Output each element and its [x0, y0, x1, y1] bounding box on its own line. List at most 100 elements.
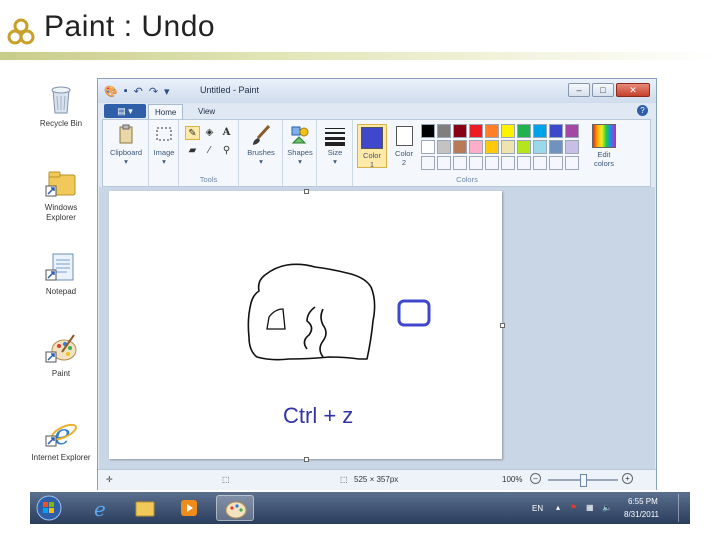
custom-color-swatch[interactable]	[437, 156, 451, 170]
custom-color-swatch[interactable]	[485, 156, 499, 170]
custom-color-swatch[interactable]	[469, 156, 483, 170]
group-clipboard: Clipboard ▾	[103, 120, 149, 186]
custom-color-swatch[interactable]	[533, 156, 547, 170]
taskbar-windows-explorer[interactable]	[126, 495, 164, 521]
color-swatch[interactable]	[485, 124, 499, 138]
zoom-in-button[interactable]: +	[622, 473, 633, 484]
color1-button[interactable]: Color 1	[357, 124, 387, 169]
color-swatch[interactable]	[421, 124, 435, 138]
custom-color-swatch[interactable]	[517, 156, 531, 170]
title-bar[interactable]: 🎨 ▪ ↶ ↷ ▾ Untitled - Paint – □ ✕	[98, 79, 656, 103]
color-picker-icon[interactable]: ⁄	[202, 144, 217, 158]
language-indicator[interactable]: EN	[532, 504, 543, 513]
color-swatch[interactable]	[421, 140, 435, 154]
image-button[interactable]: Image ▾	[149, 124, 179, 166]
clock-time[interactable]: 6:55 PM	[628, 497, 658, 506]
window-title: Untitled - Paint	[200, 85, 260, 95]
taskbar-paint[interactable]	[216, 495, 254, 521]
custom-color-swatch[interactable]	[565, 156, 579, 170]
custom-color-swatch[interactable]	[421, 156, 435, 170]
customize-dropdown-icon[interactable]: ▾	[164, 85, 170, 98]
title-rule	[0, 52, 720, 60]
taskbar-internet-explorer[interactable]: e	[82, 495, 120, 521]
close-button[interactable]: ✕	[616, 83, 650, 97]
eraser-icon[interactable]: ▰	[185, 144, 200, 158]
pencil-icon[interactable]: ✎	[185, 126, 200, 140]
internet-explorer-icon: e	[44, 416, 78, 451]
start-button[interactable]	[34, 495, 68, 521]
color-swatch[interactable]	[501, 124, 515, 138]
custom-color-swatch[interactable]	[549, 156, 563, 170]
line-size-icon	[324, 124, 346, 146]
color-swatch[interactable]	[453, 124, 467, 138]
color-swatch[interactable]	[517, 140, 531, 154]
desktop-icon-recycle-bin[interactable]: Recycle Bin	[30, 82, 92, 129]
undo-icon[interactable]: ↶	[134, 85, 143, 98]
color-swatch[interactable]	[549, 140, 563, 154]
color-swatch[interactable]	[565, 124, 579, 138]
maximize-button[interactable]: □	[592, 83, 614, 97]
color2-button[interactable]: Color 2	[391, 124, 417, 167]
network-icon[interactable]: ▦	[586, 503, 594, 512]
windows-start-icon	[36, 495, 62, 521]
shapes-button[interactable]: Shapes ▾	[283, 124, 317, 166]
svg-text:e: e	[94, 497, 106, 521]
action-center-flag-icon[interactable]: ⚑	[570, 503, 577, 512]
text-icon[interactable]: A	[219, 126, 234, 140]
color-swatch[interactable]	[549, 124, 563, 138]
tab-home[interactable]: Home	[148, 104, 184, 119]
edit-colors-button[interactable]: Edit colors	[587, 124, 621, 168]
volume-icon[interactable]: 🔈	[602, 503, 612, 512]
magnifier-icon[interactable]: ⚲	[219, 144, 234, 158]
taskbar-media-player[interactable]	[170, 495, 208, 521]
save-icon[interactable]: ▪	[124, 85, 128, 97]
desktop-icon-paint[interactable]: Paint	[30, 332, 92, 379]
color-swatch[interactable]	[437, 124, 451, 138]
resize-handle[interactable]	[304, 457, 309, 462]
redo-icon[interactable]: ↷	[149, 85, 158, 98]
folder-icon	[44, 166, 78, 200]
custom-color-swatch[interactable]	[501, 156, 515, 170]
tab-view[interactable]: View	[192, 104, 221, 119]
desktop-icon-label: Internet Explorer	[31, 453, 91, 462]
color-swatch[interactable]	[469, 124, 483, 138]
desktop-icon-notepad[interactable]: Notepad	[30, 250, 92, 297]
work-area: Ctrl + z	[99, 187, 655, 469]
zoom-out-button[interactable]: –	[530, 473, 541, 484]
shapes-icon	[289, 124, 311, 146]
color-swatch[interactable]	[517, 124, 531, 138]
brush-icon	[250, 124, 272, 146]
paint-palette-icon	[225, 501, 247, 519]
notepad-icon	[44, 250, 78, 284]
paint-app-icon[interactable]: 🎨	[104, 85, 118, 98]
custom-color-swatch[interactable]	[453, 156, 467, 170]
resize-handle[interactable]	[304, 189, 309, 194]
color-swatch[interactable]	[469, 140, 483, 154]
media-player-icon	[181, 500, 197, 516]
color-swatch[interactable]	[437, 140, 451, 154]
fill-icon[interactable]: ◈	[202, 126, 217, 140]
zoom-slider[interactable]	[548, 474, 618, 487]
show-desktop-button[interactable]	[678, 494, 689, 522]
clock-date[interactable]: 8/31/2011	[624, 510, 659, 519]
size-button[interactable]: Size ▾	[317, 124, 353, 166]
desktop-icon-internet-explorer[interactable]: e Internet Explorer	[30, 416, 92, 463]
paint-menu-button[interactable]: ▤ ▾	[104, 104, 146, 118]
color-swatch[interactable]	[453, 140, 467, 154]
desktop-icon-windows-explorer[interactable]: Windows Explorer	[30, 166, 92, 223]
resize-handle[interactable]	[500, 323, 505, 328]
clipboard-button[interactable]: Clipboard ▾	[105, 124, 147, 166]
help-icon[interactable]: ?	[637, 105, 648, 116]
color-swatch[interactable]	[565, 140, 579, 154]
color-swatch[interactable]	[501, 140, 515, 154]
color-swatch[interactable]	[533, 124, 547, 138]
desktop-icon-label: Recycle Bin	[39, 119, 83, 128]
color-swatch[interactable]	[485, 140, 499, 154]
show-hidden-icons-icon[interactable]: ▴	[556, 503, 560, 512]
minimize-button[interactable]: –	[568, 83, 590, 97]
zoom-slider-thumb[interactable]	[580, 474, 587, 487]
folder-icon	[135, 501, 155, 517]
color-swatch[interactable]	[533, 140, 547, 154]
drawing-canvas[interactable]: Ctrl + z	[109, 189, 505, 462]
brushes-button[interactable]: Brushes ▾	[239, 124, 283, 166]
